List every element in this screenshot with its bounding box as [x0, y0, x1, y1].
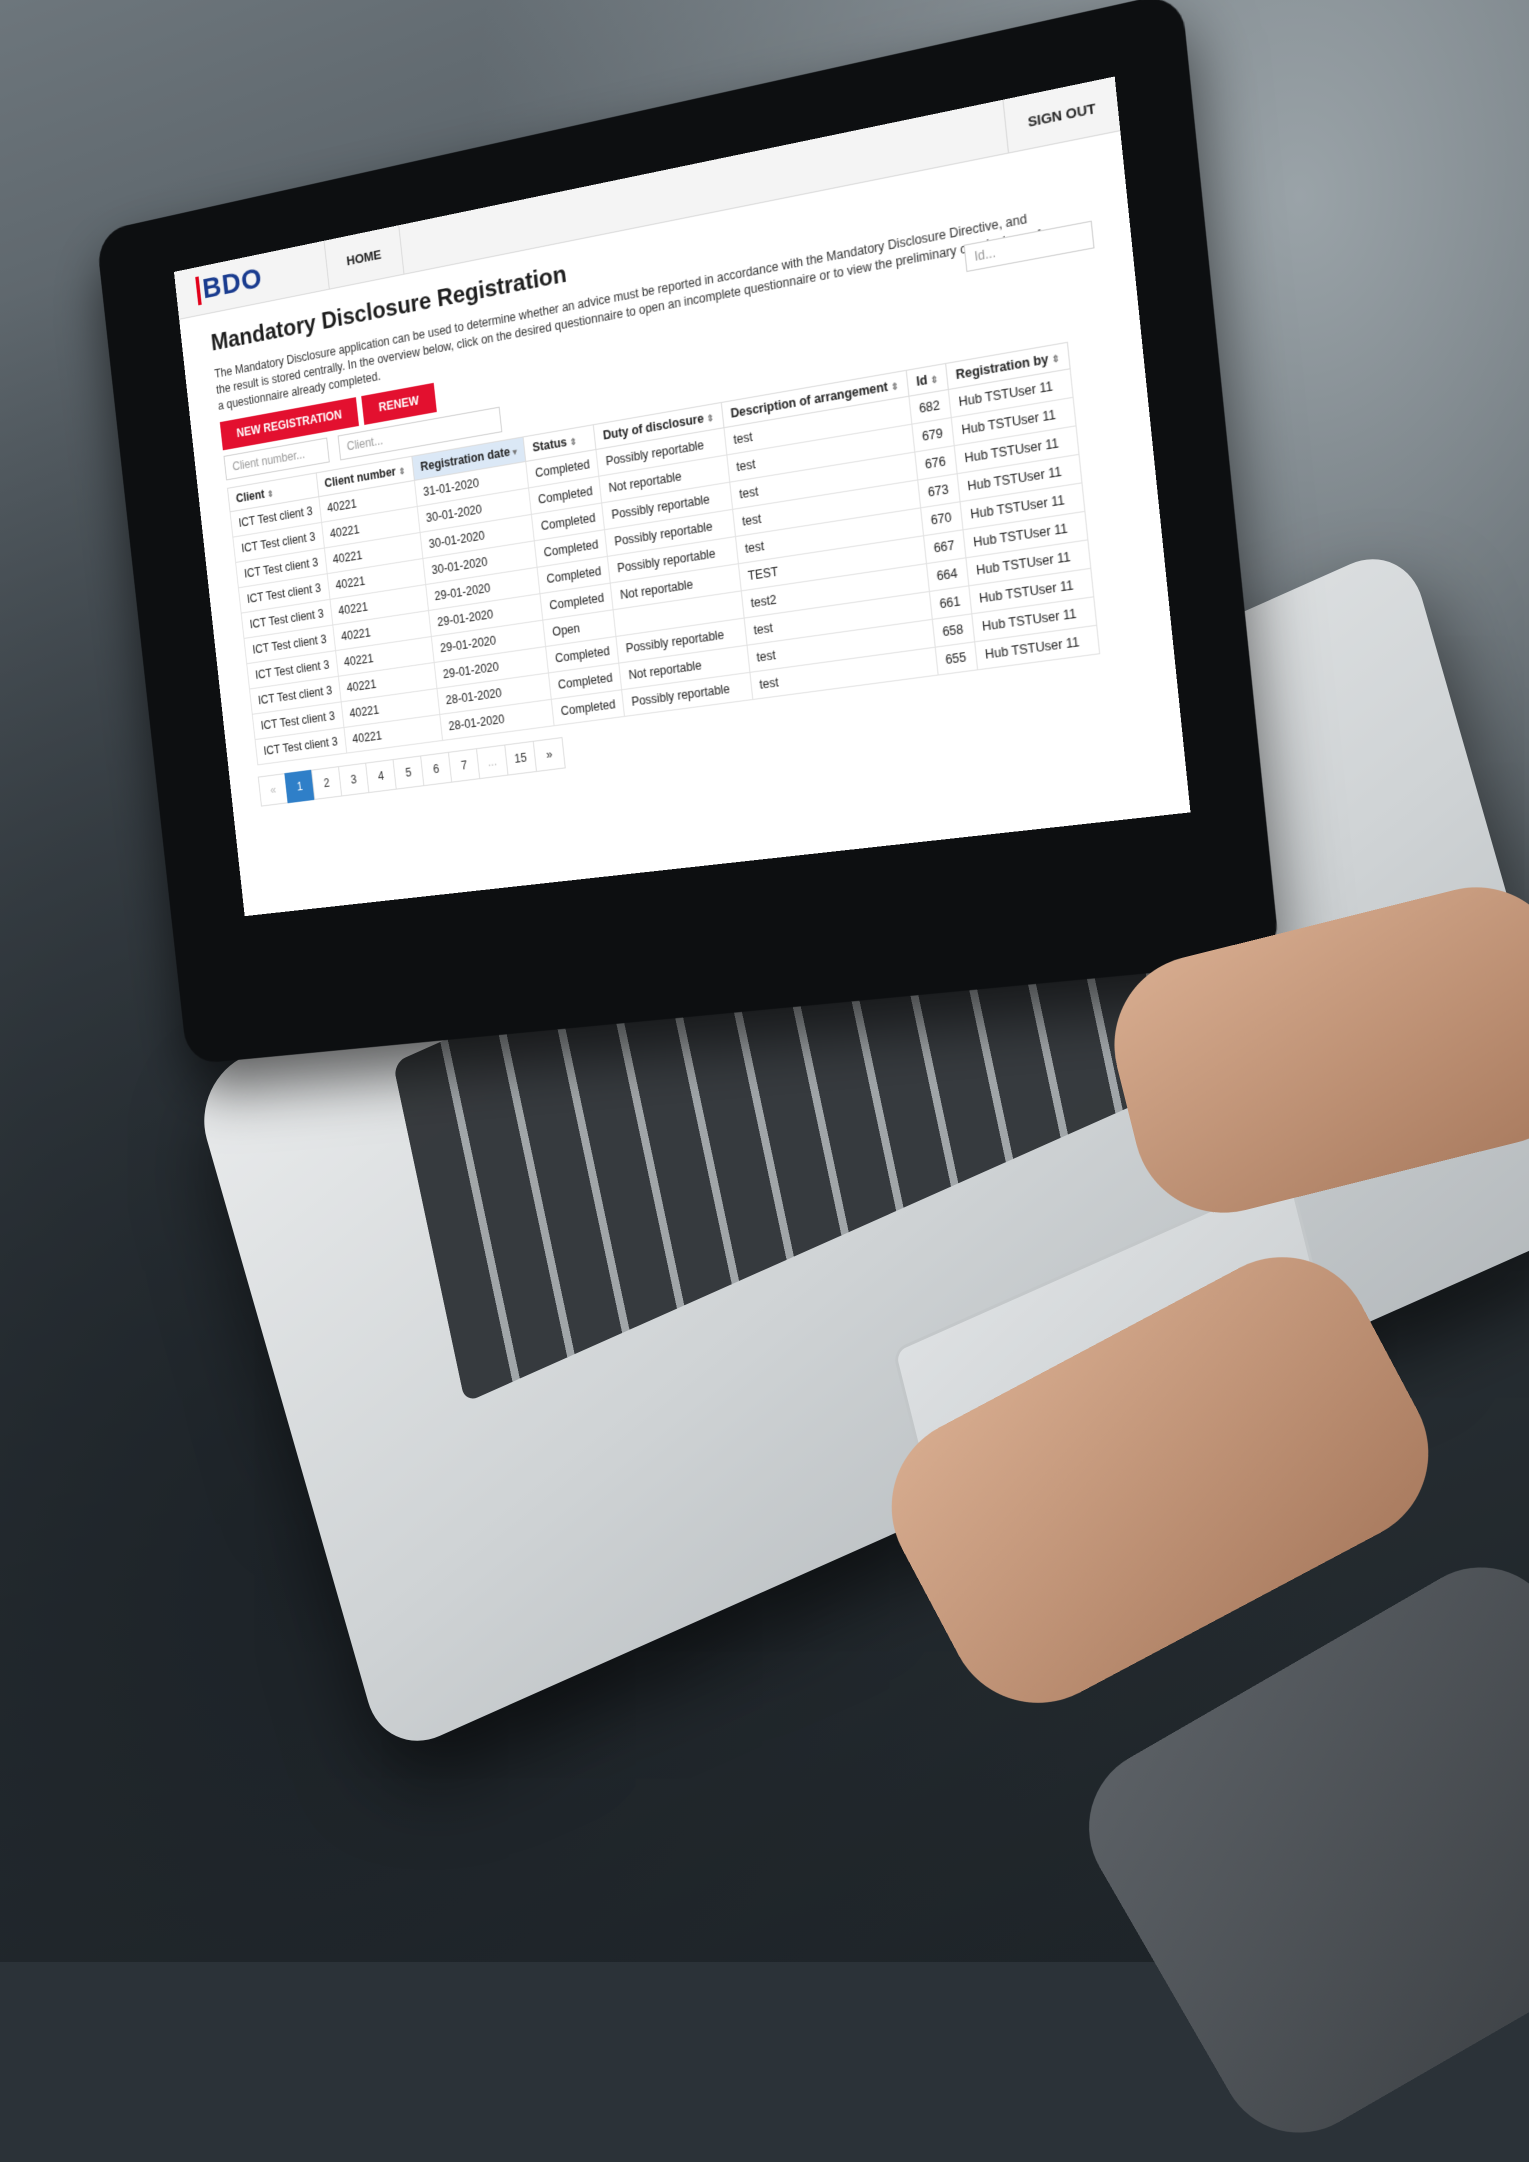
next-page-button[interactable]: »: [533, 737, 566, 772]
page-link[interactable]: 1: [284, 770, 315, 804]
column-header-label: Client: [235, 487, 265, 505]
sort-indicator-icon: ▾: [512, 447, 517, 458]
sort-indicator-icon: ⇕: [398, 466, 406, 477]
page-link[interactable]: 4: [365, 759, 397, 793]
sort-indicator-icon: ⇕: [569, 436, 577, 447]
page-ellipsis: ...: [476, 744, 509, 779]
sort-indicator-icon: ⇕: [930, 374, 939, 386]
sort-indicator-icon: ⇕: [1051, 353, 1060, 365]
page-link[interactable]: 15: [504, 741, 537, 776]
page-link[interactable]: 7: [448, 748, 480, 783]
column-header-label: Status: [532, 435, 568, 455]
page-link[interactable]: 2: [311, 766, 342, 800]
column-header-label: Id: [915, 373, 928, 389]
sort-indicator-icon: ⇕: [706, 413, 714, 424]
sort-indicator-icon: ⇕: [267, 489, 275, 500]
renew-button[interactable]: RENEW: [361, 383, 436, 425]
page-link[interactable]: 5: [393, 755, 425, 789]
previous-page-button[interactable]: «: [258, 773, 289, 806]
page-link[interactable]: 3: [338, 763, 369, 797]
sort-indicator-icon: ⇕: [891, 381, 900, 393]
logo-text: BDO: [201, 262, 264, 306]
table-cell: 655: [935, 642, 978, 675]
page-link[interactable]: 6: [420, 752, 452, 786]
